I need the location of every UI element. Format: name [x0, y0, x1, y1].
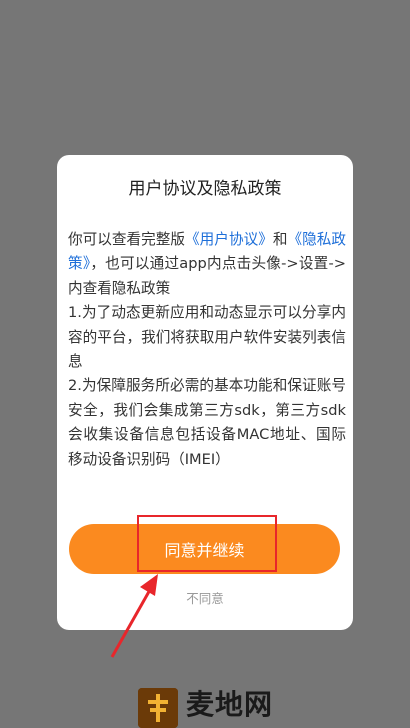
permission-item-2: 2.为保障服务所必需的基本功能和保证账号安全，我们会集成第三方sdk，第三方sd…	[68, 377, 346, 468]
agree-continue-button[interactable]: 同意并继续	[69, 524, 340, 574]
dialog-title: 用户协议及隐私政策	[128, 179, 282, 199]
brand-logo-icon	[138, 688, 178, 728]
intro-and: 和	[272, 231, 288, 248]
intro-prefix: 你可以查看完整版	[68, 231, 186, 248]
intro-suffix: ，也可以通过app内点击头像->设置->内查看隐私政策	[68, 255, 346, 297]
user-agreement-link[interactable]: 《用户协议》	[185, 231, 273, 248]
privacy-dialog: 用户协议及隐私政策 你可以查看完整版《用户协议》和《隐私政策》，也可以通过app…	[57, 155, 353, 630]
permission-item-1: 1.为了动态更新应用和动态显示可以分享内容的平台，我们将获取用户软件安装列表信息	[68, 304, 346, 371]
brand-name: 麦地网	[186, 688, 274, 721]
intro-paragraph: 你可以查看完整版《用户协议》和《隐私政策》，也可以通过app内点击头像->设置-…	[68, 228, 346, 301]
disagree-link[interactable]: 不同意	[57, 590, 353, 608]
brand-header: 麦地网	[138, 688, 273, 728]
